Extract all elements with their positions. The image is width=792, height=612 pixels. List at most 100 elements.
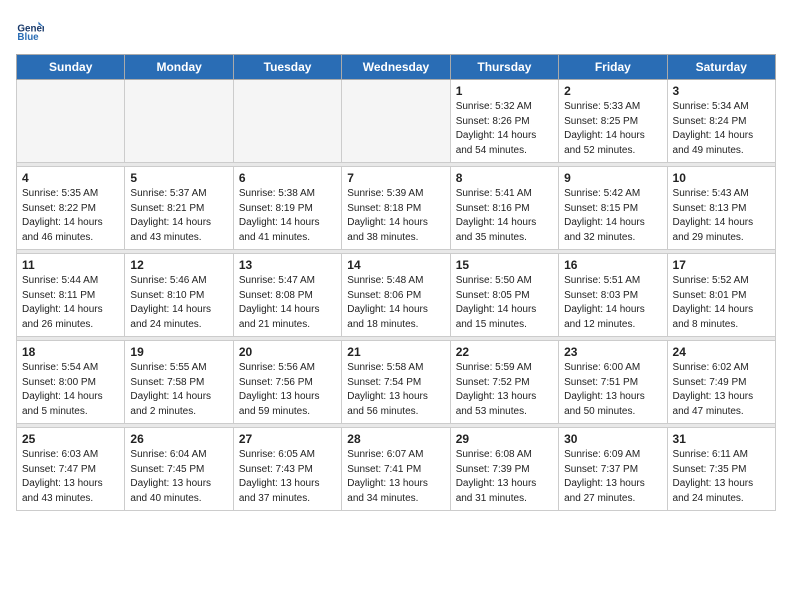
day-number: 4 (22, 171, 119, 185)
day-info: Sunrise: 5:34 AM Sunset: 8:24 PM Dayligh… (673, 100, 770, 158)
calendar-cell: 28Sunrise: 6:07 AM Sunset: 7:41 PM Dayli… (342, 428, 450, 511)
calendar-cell: 16 Sunrise: 5:51 AM Sunset: 8:03 PM Dayli… (559, 254, 667, 337)
day-info: Sunrise: 5:44 AM Sunset: 8:11 PM Dayligh… (22, 274, 119, 332)
day-number: 26 (130, 432, 227, 446)
day-number: 23 (564, 345, 661, 359)
day-header-tuesday: Tuesday (233, 55, 341, 80)
day-header-row: SundayMondayTuesdayWednesdayThursdayFrid… (17, 55, 776, 80)
day-info: Sunrise: 6:02 AM Sunset: 7:49 PM Dayligh… (673, 361, 770, 419)
day-info: Sunrise: 6:08 AM Sunset: 7:39 PM Dayligh… (456, 448, 553, 506)
calendar-cell: 5 Sunrise: 5:37 AM Sunset: 8:21 PM Daylig… (125, 167, 233, 250)
day-number: 5 (130, 171, 227, 185)
calendar-week-1: 1Sunrise: 5:32 AM Sunset: 8:26 PM Daylig… (17, 80, 776, 163)
calendar-cell: 22 Sunrise: 5:59 AM Sunset: 7:52 PM Dayli… (450, 341, 558, 424)
day-number: 14 (347, 258, 444, 272)
svg-text:Blue: Blue (17, 32, 39, 43)
calendar-cell: 6 Sunrise: 5:38 AM Sunset: 8:19 PM Daylig… (233, 167, 341, 250)
day-info: Sunrise: 6:04 AM Sunset: 7:45 PM Dayligh… (130, 448, 227, 506)
day-info: Sunrise: 5:41 AM Sunset: 8:16 PM Dayligh… (456, 187, 553, 245)
day-number: 16 (564, 258, 661, 272)
calendar-cell: 29 Sunrise: 6:08 AM Sunset: 7:39 PM Dayli… (450, 428, 558, 511)
calendar: SundayMondayTuesdayWednesdayThursdayFrid… (16, 54, 776, 511)
day-number: 27 (239, 432, 336, 446)
day-info: Sunrise: 5:37 AM Sunset: 8:21 PM Dayligh… (130, 187, 227, 245)
calendar-cell: 7 Sunrise: 5:39 AM Sunset: 8:18 PM Daylig… (342, 167, 450, 250)
calendar-cell: 17 Sunrise: 5:52 AM Sunset: 8:01 PM Dayli… (667, 254, 775, 337)
calendar-cell: 4 Sunrise: 5:35 AM Sunset: 8:22 PM Daylig… (17, 167, 125, 250)
day-number: 12 (130, 258, 227, 272)
calendar-cell: 14 Sunrise: 5:48 AM Sunset: 8:06 PM Dayli… (342, 254, 450, 337)
day-number: 19 (130, 345, 227, 359)
calendar-cell: 8 Sunrise: 5:41 AM Sunset: 8:16 PM Daylig… (450, 167, 558, 250)
day-info: Sunrise: 5:47 AM Sunset: 8:08 PM Dayligh… (239, 274, 336, 332)
day-info: Sunrise: 5:48 AM Sunset: 8:06 PM Dayligh… (347, 274, 444, 332)
calendar-week-5: 25Sunrise: 6:03 AM Sunset: 7:47 PM Dayli… (17, 428, 776, 511)
day-header-sunday: Sunday (17, 55, 125, 80)
day-info: Sunrise: 5:56 AM Sunset: 7:56 PM Dayligh… (239, 361, 336, 419)
calendar-cell (125, 80, 233, 163)
calendar-cell: 15Sunrise: 5:50 AM Sunset: 8:05 PM Dayli… (450, 254, 558, 337)
day-info: Sunrise: 5:38 AM Sunset: 8:19 PM Dayligh… (239, 187, 336, 245)
calendar-cell: 10 Sunrise: 5:43 AM Sunset: 8:13 PM Dayli… (667, 167, 775, 250)
day-number: 3 (673, 84, 770, 98)
page-header: General Blue (16, 16, 776, 44)
calendar-cell: 9 Sunrise: 5:42 AM Sunset: 8:15 PM Daylig… (559, 167, 667, 250)
day-number: 10 (673, 171, 770, 185)
calendar-cell: 18 Sunrise: 5:54 AM Sunset: 8:00 PM Dayli… (17, 341, 125, 424)
day-number: 2 (564, 84, 661, 98)
day-number: 22 (456, 345, 553, 359)
day-number: 17 (673, 258, 770, 272)
calendar-cell: 23 Sunrise: 6:00 AM Sunset: 7:51 PM Dayli… (559, 341, 667, 424)
day-info: Sunrise: 5:39 AM Sunset: 8:18 PM Dayligh… (347, 187, 444, 245)
day-header-monday: Monday (125, 55, 233, 80)
day-number: 21 (347, 345, 444, 359)
day-number: 1 (456, 84, 553, 98)
calendar-cell (233, 80, 341, 163)
day-number: 29 (456, 432, 553, 446)
calendar-cell (17, 80, 125, 163)
day-number: 18 (22, 345, 119, 359)
day-number: 9 (564, 171, 661, 185)
day-header-saturday: Saturday (667, 55, 775, 80)
day-info: Sunrise: 5:33 AM Sunset: 8:25 PM Dayligh… (564, 100, 661, 158)
calendar-cell: 19 Sunrise: 5:55 AM Sunset: 7:58 PM Dayli… (125, 341, 233, 424)
calendar-cell: 2 Sunrise: 5:33 AM Sunset: 8:25 PM Daylig… (559, 80, 667, 163)
day-number: 25 (22, 432, 119, 446)
day-info: Sunrise: 5:35 AM Sunset: 8:22 PM Dayligh… (22, 187, 119, 245)
day-info: Sunrise: 5:59 AM Sunset: 7:52 PM Dayligh… (456, 361, 553, 419)
day-number: 31 (673, 432, 770, 446)
day-info: Sunrise: 5:42 AM Sunset: 8:15 PM Dayligh… (564, 187, 661, 245)
calendar-cell: 24Sunrise: 6:02 AM Sunset: 7:49 PM Dayli… (667, 341, 775, 424)
day-number: 8 (456, 171, 553, 185)
calendar-cell: 25Sunrise: 6:03 AM Sunset: 7:47 PM Dayli… (17, 428, 125, 511)
calendar-cell: 3 Sunrise: 5:34 AM Sunset: 8:24 PM Daylig… (667, 80, 775, 163)
day-header-wednesday: Wednesday (342, 55, 450, 80)
calendar-cell: 30Sunrise: 6:09 AM Sunset: 7:37 PM Dayli… (559, 428, 667, 511)
day-info: Sunrise: 5:55 AM Sunset: 7:58 PM Dayligh… (130, 361, 227, 419)
calendar-cell (342, 80, 450, 163)
day-number: 11 (22, 258, 119, 272)
day-info: Sunrise: 5:43 AM Sunset: 8:13 PM Dayligh… (673, 187, 770, 245)
day-number: 6 (239, 171, 336, 185)
day-info: Sunrise: 5:50 AM Sunset: 8:05 PM Dayligh… (456, 274, 553, 332)
day-info: Sunrise: 5:54 AM Sunset: 8:00 PM Dayligh… (22, 361, 119, 419)
day-info: Sunrise: 6:11 AM Sunset: 7:35 PM Dayligh… (673, 448, 770, 506)
calendar-week-3: 11 Sunrise: 5:44 AM Sunset: 8:11 PM Dayli… (17, 254, 776, 337)
calendar-cell: 27 Sunrise: 6:05 AM Sunset: 7:43 PM Dayli… (233, 428, 341, 511)
day-info: Sunrise: 5:46 AM Sunset: 8:10 PM Dayligh… (130, 274, 227, 332)
calendar-cell: 31 Sunrise: 6:11 AM Sunset: 7:35 PM Dayli… (667, 428, 775, 511)
calendar-cell: 12 Sunrise: 5:46 AM Sunset: 8:10 PM Dayli… (125, 254, 233, 337)
day-header-thursday: Thursday (450, 55, 558, 80)
day-number: 20 (239, 345, 336, 359)
logo-icon: General Blue (16, 16, 44, 44)
calendar-week-4: 18 Sunrise: 5:54 AM Sunset: 8:00 PM Dayli… (17, 341, 776, 424)
calendar-cell: 1Sunrise: 5:32 AM Sunset: 8:26 PM Daylig… (450, 80, 558, 163)
day-info: Sunrise: 6:05 AM Sunset: 7:43 PM Dayligh… (239, 448, 336, 506)
day-info: Sunrise: 5:52 AM Sunset: 8:01 PM Dayligh… (673, 274, 770, 332)
day-info: Sunrise: 5:51 AM Sunset: 8:03 PM Dayligh… (564, 274, 661, 332)
day-number: 7 (347, 171, 444, 185)
calendar-week-2: 4 Sunrise: 5:35 AM Sunset: 8:22 PM Daylig… (17, 167, 776, 250)
day-info: Sunrise: 5:58 AM Sunset: 7:54 PM Dayligh… (347, 361, 444, 419)
day-header-friday: Friday (559, 55, 667, 80)
day-info: Sunrise: 6:00 AM Sunset: 7:51 PM Dayligh… (564, 361, 661, 419)
